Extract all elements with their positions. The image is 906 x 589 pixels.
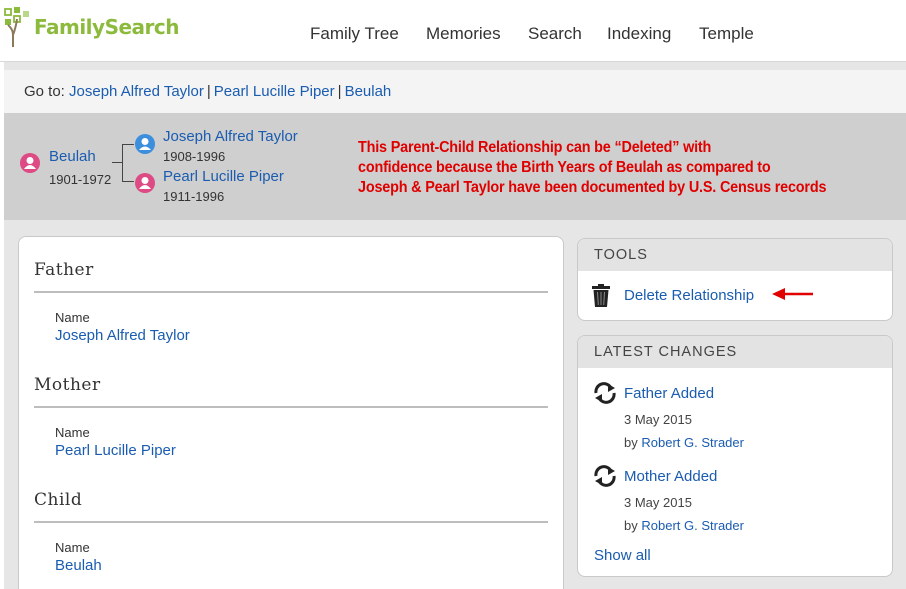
- mother-name-value[interactable]: Pearl Lucille Piper: [55, 442, 176, 459]
- goto-link-father[interactable]: Joseph Alfred Taylor: [69, 83, 204, 100]
- child-name-value[interactable]: Beulah: [55, 557, 102, 574]
- annotation-line: Joseph & Pearl Taylor have been document…: [358, 179, 827, 196]
- delete-relationship-link[interactable]: Delete Relationship: [624, 287, 754, 304]
- nav-indexing[interactable]: Indexing: [607, 24, 671, 44]
- latest-changes-header: LATEST CHANGES: [578, 336, 892, 368]
- trash-icon[interactable]: [591, 284, 611, 308]
- latest-changes-card: LATEST CHANGES Father Added 3 May 2015 b…: [577, 335, 893, 577]
- change-author: by Robert G. Strader: [624, 518, 744, 533]
- change-title-link[interactable]: Father Added: [624, 385, 714, 402]
- nav-search[interactable]: Search: [528, 24, 582, 44]
- section-title-child: Child: [34, 490, 83, 510]
- goto-link-child[interactable]: Beulah: [345, 83, 392, 100]
- section-title-father: Father: [34, 260, 94, 280]
- relationship-card: [18, 236, 564, 589]
- tree-connector: [112, 162, 122, 163]
- tools-header: TOOLS: [578, 239, 892, 271]
- change-date: 3 May 2015: [624, 412, 692, 427]
- change-author-link[interactable]: Robert G. Strader: [641, 518, 744, 533]
- show-all-link[interactable]: Show all: [594, 547, 651, 564]
- section-divider: [34, 521, 548, 523]
- section-title-mother: Mother: [34, 375, 101, 395]
- nav-memories[interactable]: Memories: [426, 24, 501, 44]
- tree-bracket: [122, 144, 134, 182]
- field-label: Name: [55, 540, 90, 555]
- goto-label: Go to:: [24, 83, 65, 100]
- male-person-icon: [135, 134, 155, 154]
- mother-years: 1911-1996: [163, 189, 225, 204]
- change-author-link[interactable]: Robert G. Strader: [641, 435, 744, 450]
- goto-link-mother[interactable]: Pearl Lucille Piper: [214, 83, 335, 100]
- goto-separator: |: [337, 83, 342, 100]
- familysearch-logo[interactable]: FamilySearch: [4, 5, 180, 49]
- tree-logo-icon: [4, 7, 29, 47]
- goto-separator: |: [206, 83, 211, 100]
- latest-changes-header-text: LATEST CHANGES: [594, 344, 738, 360]
- child-years: 1901-1972: [49, 172, 112, 187]
- annotation-line: confidence because the Birth Years of Be…: [358, 159, 771, 176]
- female-person-icon: [20, 153, 40, 173]
- annotation-line: This Parent-Child Relationship can be “D…: [358, 139, 712, 156]
- nav-temple[interactable]: Temple: [699, 24, 754, 44]
- top-header: FamilySearch Family Tree Memories Search…: [0, 0, 906, 62]
- father-years: 1908-1996: [163, 149, 226, 164]
- field-label: Name: [55, 310, 90, 325]
- female-person-icon: [135, 173, 155, 193]
- tools-card: TOOLS Delete Relationship: [577, 238, 893, 321]
- father-name-value[interactable]: Joseph Alfred Taylor: [55, 327, 190, 344]
- father-name-link[interactable]: Joseph Alfred Taylor: [163, 128, 298, 145]
- logo-text: FamilySearch: [34, 15, 180, 39]
- sync-change-icon: [594, 465, 616, 487]
- tools-header-text: TOOLS: [594, 247, 648, 263]
- change-title-link[interactable]: Mother Added: [624, 468, 717, 485]
- nav-family-tree[interactable]: Family Tree: [310, 24, 399, 44]
- section-divider: [34, 406, 548, 408]
- change-author: by Robert G. Strader: [624, 435, 744, 450]
- mother-name-link[interactable]: Pearl Lucille Piper: [163, 168, 284, 185]
- change-by-label: by: [624, 435, 638, 450]
- section-divider: [34, 291, 548, 293]
- child-name-link[interactable]: Beulah: [49, 148, 96, 165]
- breadcrumb: Go to: Joseph Alfred Taylor | Pearl Lucill…: [24, 83, 391, 100]
- field-label: Name: [55, 425, 90, 440]
- red-arrow-annotation-icon: [772, 288, 813, 300]
- red-annotation: This Parent-Child Relationship can be “D…: [358, 138, 842, 198]
- change-date: 3 May 2015: [624, 495, 692, 510]
- sync-change-icon: [594, 382, 616, 404]
- change-by-label: by: [624, 518, 638, 533]
